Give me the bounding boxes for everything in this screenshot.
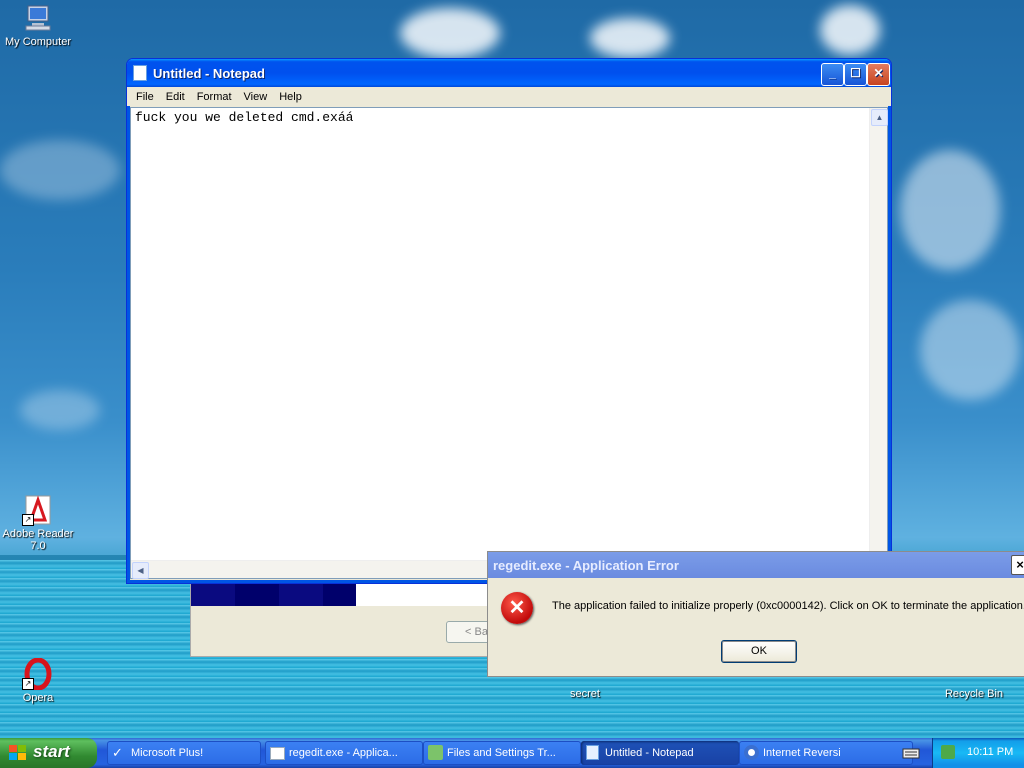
menu-view[interactable]: View (238, 91, 274, 103)
plus-icon: ✓ (112, 745, 123, 760)
dialog-title: regedit.exe - Application Error (493, 557, 679, 573)
start-label: start (33, 742, 70, 761)
editor-content[interactable]: fuck you we deleted cmd.exáá (131, 108, 887, 127)
minimize-button[interactable]: _ (821, 63, 844, 86)
menu-edit[interactable]: Edit (160, 91, 191, 103)
desktop-icon-opera[interactable]: ↗ Opera (0, 657, 78, 704)
notepad-icon (586, 745, 599, 760)
progress-fill (191, 584, 356, 606)
computer-icon (22, 2, 54, 34)
taskbar-item-microsoft-plus[interactable]: ✓ Microsoft Plus! (107, 741, 261, 765)
text-editor[interactable]: fuck you we deleted cmd.exáá ▲ ◀ (130, 107, 888, 579)
notepad-app-icon (133, 65, 147, 81)
start-button[interactable]: start (0, 738, 97, 768)
maximize-button[interactable]: ☐ (844, 63, 867, 86)
adobe-reader-icon: ↗ (22, 494, 54, 526)
menu-bar: File Edit Format View Help (127, 87, 891, 106)
vertical-scrollbar[interactable]: ▲ (869, 108, 888, 561)
menu-format[interactable]: Format (191, 91, 238, 103)
taskbar-item-notepad[interactable]: Untitled - Notepad (581, 741, 739, 765)
menu-file[interactable]: File (130, 91, 160, 103)
keyboard-icon[interactable] (900, 742, 922, 764)
notepad-titlebar[interactable]: Untitled - Notepad _ ☐ ✕ (127, 59, 891, 87)
reversi-icon (744, 745, 759, 760)
minimize-icon: _ (829, 66, 836, 80)
desktop-icon-adobe-reader[interactable]: ↗ Adobe Reader 7.0 (0, 494, 78, 552)
desktop-icon-label: Recycle Bin (944, 688, 1004, 700)
taskbar-item-internet-reversi[interactable]: Internet Reversi (739, 741, 913, 765)
close-icon: ✕ (873, 66, 884, 80)
desktop-icon-label: Opera (22, 692, 54, 704)
clock[interactable]: 10:11 PM (967, 746, 1013, 758)
error-dialog: regedit.exe - Application Error × ✕ The … (487, 551, 1024, 677)
network-icon[interactable] (941, 745, 955, 759)
dialog-close-button[interactable]: × (1011, 555, 1024, 575)
task-label: Files and Settings Tr... (447, 747, 556, 759)
task-label: regedit.exe - Applica... (289, 747, 398, 759)
transfer-icon (428, 745, 443, 760)
error-icon: ✕ (501, 592, 533, 624)
scroll-up-icon[interactable]: ▲ (871, 109, 888, 126)
notepad-window: Untitled - Notepad _ ☐ ✕ File Edit Forma… (126, 58, 892, 584)
system-tray: 10:11 PM (932, 738, 1024, 768)
task-label: Microsoft Plus! (131, 747, 204, 759)
menu-help[interactable]: Help (273, 91, 308, 103)
background-window: < Ba (190, 575, 526, 657)
desktop-icon-my-computer[interactable]: My Computer (0, 2, 78, 48)
dialog-titlebar[interactable]: regedit.exe - Application Error × (488, 552, 1024, 578)
windows-flag-icon (9, 745, 27, 761)
opera-icon: ↗ (22, 657, 54, 691)
taskbar: start ✓ Microsoft Plus! regedit.exe - Ap… (0, 738, 1024, 768)
task-label: Internet Reversi (763, 747, 841, 759)
task-label: Untitled - Notepad (605, 747, 694, 759)
taskbar-item-files-settings[interactable]: Files and Settings Tr... (423, 741, 581, 765)
maximize-icon: ☐ (850, 66, 861, 80)
window-title: Untitled - Notepad (153, 65, 265, 81)
close-button[interactable]: ✕ (867, 63, 890, 86)
progress-bar (191, 584, 491, 606)
desktop-icon-label: My Computer (4, 36, 72, 48)
window-icon (270, 747, 285, 760)
shortcut-arrow-icon: ↗ (22, 514, 34, 526)
error-message: The application failed to initialize pro… (552, 600, 1024, 612)
taskbar-item-regedit-error[interactable]: regedit.exe - Applica... (265, 741, 423, 765)
ok-button[interactable]: OK (721, 640, 797, 663)
shortcut-arrow-icon: ↗ (22, 678, 34, 690)
desktop-icon-label: secret (570, 688, 600, 700)
desktop-icon-label: Adobe Reader 7.0 (2, 528, 74, 552)
scroll-left-icon[interactable]: ◀ (132, 562, 149, 579)
